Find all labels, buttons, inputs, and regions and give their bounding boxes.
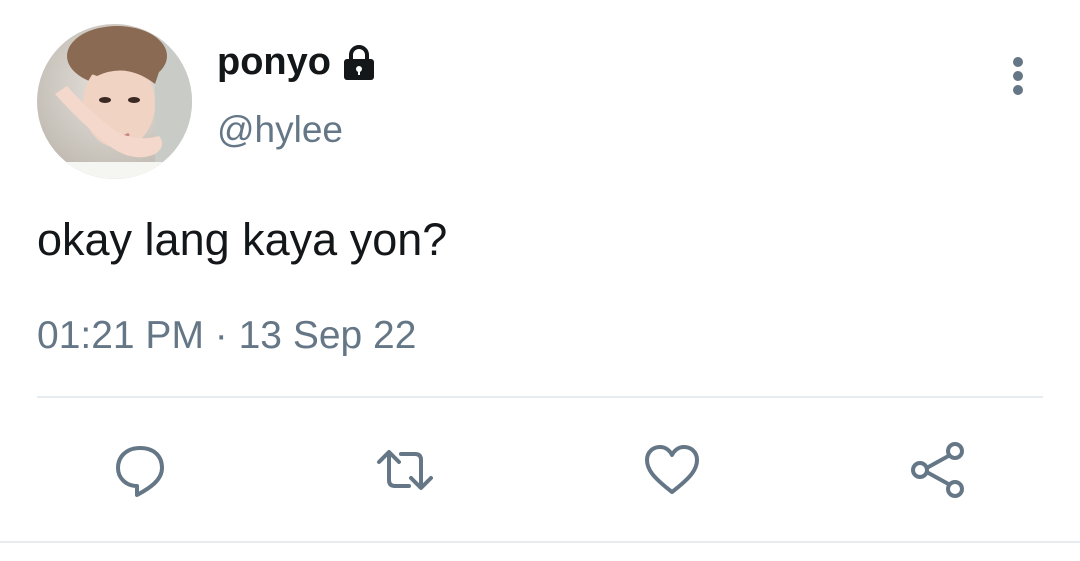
divider <box>0 541 1080 543</box>
like-button[interactable] <box>640 438 704 502</box>
tweet-text: okay lang kaya yon? <box>37 214 448 265</box>
display-name-row[interactable]: ponyo <box>217 40 377 84</box>
avatar[interactable] <box>37 24 192 179</box>
tweet-time[interactable]: 01:21 PM <box>37 314 204 357</box>
lock-icon <box>341 44 377 82</box>
user-handle[interactable]: @hylee <box>217 108 343 152</box>
tweet-timestamp: 01:21 PM · 13 Sep 22 <box>37 312 416 360</box>
vertical-ellipsis-icon <box>1013 57 1023 95</box>
reply-button[interactable] <box>108 438 172 502</box>
display-name[interactable]: ponyo <box>217 40 331 84</box>
reply-icon <box>116 446 164 497</box>
share-button[interactable] <box>906 438 970 502</box>
tweet-date[interactable]: 13 Sep 22 <box>239 314 417 357</box>
meta-separator: · <box>203 314 239 357</box>
retweet-icon <box>377 450 433 490</box>
retweet-button[interactable] <box>373 438 437 502</box>
more-options-button[interactable] <box>1000 52 1036 100</box>
divider <box>37 396 1043 398</box>
share-icon <box>911 442 964 498</box>
heart-icon <box>645 445 699 494</box>
